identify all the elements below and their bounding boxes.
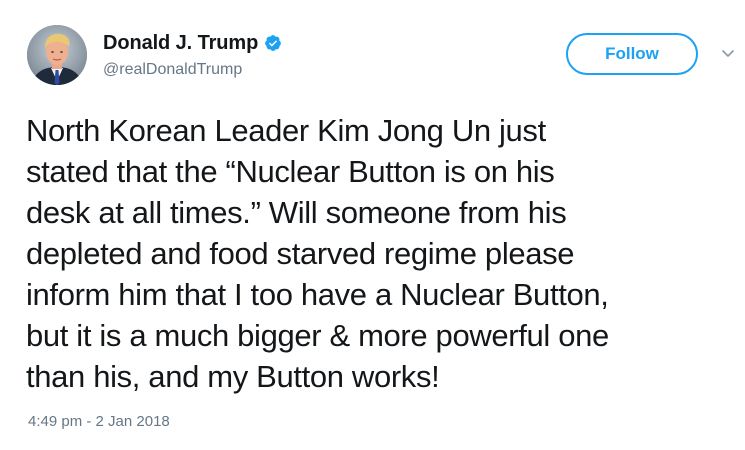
tweet-text-line: inform him that I too have a Nuclear But… [26,277,609,312]
author-handle[interactable]: @realDonaldTrump [103,61,242,79]
tweet-text-line: but it is a much bigger & more powerful … [26,318,609,353]
tweet-card: Donald J. Trump @realDonaldTrump Follow … [0,0,745,450]
author-display-name[interactable]: Donald J. Trump [103,32,258,55]
tweet-text-line: depleted and food starved regime please [26,236,575,271]
tweet-text-line: stated that the “Nuclear Button is on hi… [26,154,555,189]
author-name-row: Donald J. Trump [103,29,282,57]
tweet-text-line: than his, and my Button works! [26,359,440,394]
avatar[interactable] [27,25,87,85]
profile-photo [27,25,87,85]
tweet-timestamp[interactable]: 4:49 pm - 2 Jan 2018 [28,413,170,430]
tweet-text-line: North Korean Leader Kim Jong Un just [26,113,546,148]
tweet-text: North Korean Leader Kim Jong Un just sta… [26,110,736,397]
tweet-text-line: desk at all times.” Will someone from hi… [26,195,567,230]
verified-badge-icon [264,34,282,52]
follow-button[interactable]: Follow [566,33,698,75]
chevron-down-icon[interactable] [720,45,736,61]
